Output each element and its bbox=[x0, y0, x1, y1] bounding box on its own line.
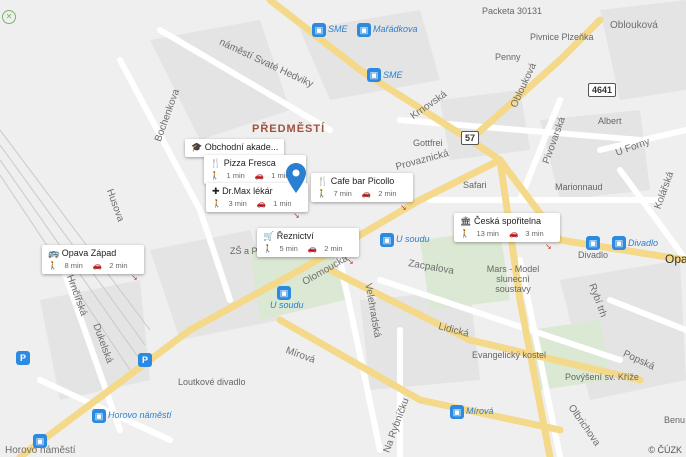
bank-icon: 🏛 bbox=[460, 216, 472, 226]
walk-icon: 🚶 bbox=[263, 244, 273, 253]
pointer-arrow-icon: ↘ bbox=[131, 273, 138, 282]
car-icon: 🚗 bbox=[254, 171, 265, 180]
poi-label[interactable]: Gottfrei bbox=[413, 138, 443, 148]
poi-label[interactable]: Loutkové divadlo bbox=[178, 377, 246, 387]
bus-stop-icon[interactable]: ▣ bbox=[277, 286, 291, 300]
restaurant-icon: 🍴 bbox=[317, 176, 329, 186]
car-icon: 🚗 bbox=[361, 189, 372, 198]
poi-label[interactable]: Evangelický kostel bbox=[472, 350, 546, 360]
car-time: 🚗 3 min bbox=[508, 229, 544, 238]
bus-stop-label[interactable]: U soudu bbox=[396, 234, 430, 244]
poi-label[interactable]: Divadlo bbox=[578, 250, 608, 260]
walk-icon: 🚶 bbox=[460, 229, 470, 238]
card-title: Pizza Fresca bbox=[223, 158, 276, 168]
pointer-arrow-icon: ↘ bbox=[293, 211, 300, 220]
pharmacy-icon: ✚ bbox=[212, 186, 220, 196]
pointer-arrow-icon: ↘ bbox=[545, 242, 552, 251]
car-time: 🚗 2 min bbox=[92, 261, 128, 270]
car-time: 🚗 1 min bbox=[256, 199, 292, 208]
bus-stop-icon[interactable]: ▣ bbox=[612, 236, 626, 250]
walk-time: 🚶 8 min bbox=[48, 261, 83, 270]
school-icon: 🎓 bbox=[191, 142, 203, 152]
cart-icon: 🛒 bbox=[263, 231, 275, 241]
bus-stop-icon[interactable]: ▣ bbox=[92, 409, 106, 423]
bus-stop-label[interactable]: Mařádkova bbox=[373, 24, 418, 34]
car-time: 🚗 2 min bbox=[361, 189, 397, 198]
poi-label[interactable]: Penny bbox=[495, 52, 521, 62]
poi-label[interactable]: Benu bbox=[664, 415, 685, 425]
card-title: Cafe bar Picollo bbox=[330, 176, 395, 186]
poi-label[interactable]: Opa bbox=[665, 252, 686, 266]
bus-stop-label[interactable]: Mírová bbox=[466, 406, 494, 416]
walk-time: 🚶 13 min bbox=[460, 229, 499, 238]
map-view[interactable]: náměstí Svaté Hedviky Bochenkova Husova … bbox=[0, 0, 686, 457]
bus-stop-icon[interactable]: ▣ bbox=[380, 233, 394, 247]
walk-time: 🚶 1 min bbox=[210, 171, 245, 180]
road-number-shield: 4641 bbox=[588, 83, 617, 97]
bus-icon: 🚌 bbox=[48, 248, 60, 258]
pointer-arrow-icon: ↘ bbox=[347, 257, 354, 266]
card-title: Opava Západ bbox=[61, 248, 117, 258]
poi-card-reznictvi[interactable]: 🛒 Řeznictví 🚶 5 min 🚗 2 min bbox=[257, 228, 359, 257]
bus-stop-label[interactable]: SME bbox=[383, 70, 403, 80]
car-icon: 🚗 bbox=[92, 261, 103, 270]
bus-stop-icon[interactable]: ▣ bbox=[586, 236, 600, 250]
walk-time: 🚶 7 min bbox=[317, 189, 352, 198]
district-label: PŘEDMĚSTÍ bbox=[252, 123, 326, 135]
poi-label[interactable]: Packeta 30131 bbox=[482, 6, 542, 16]
restaurant-icon: 🍴 bbox=[210, 158, 222, 168]
card-title: Řeznictví bbox=[276, 231, 314, 241]
pointer-arrow-icon: ↘ bbox=[400, 203, 407, 212]
bus-stop-label[interactable]: Horovo náměstí bbox=[108, 410, 172, 420]
location-pin-icon[interactable] bbox=[286, 163, 306, 193]
poi-card-opava[interactable]: 🚌 Opava Západ 🚶 8 min 🚗 2 min bbox=[42, 245, 144, 274]
bus-stop-icon[interactable]: ▣ bbox=[357, 23, 371, 37]
card-title: Obchodní akade... bbox=[204, 142, 279, 152]
bus-stop-icon[interactable]: ▣ bbox=[367, 68, 381, 82]
walk-icon: 🚶 bbox=[48, 261, 58, 270]
bus-stop-label[interactable]: Divadlo bbox=[628, 238, 658, 248]
walk-icon: 🚶 bbox=[317, 189, 327, 198]
car-icon: 🚗 bbox=[508, 229, 519, 238]
bus-stop-icon[interactable]: ▣ bbox=[33, 434, 47, 448]
poi-label[interactable]: Pivnice Plzeňka bbox=[530, 32, 594, 42]
walk-time: 🚶 3 min bbox=[212, 199, 247, 208]
poi-card-cafe[interactable]: 🍴 Cafe bar Picollo 🚶 7 min 🚗 2 min bbox=[311, 173, 413, 202]
street-label: Oblouková bbox=[610, 20, 658, 31]
card-title: Dr.Max lékár bbox=[222, 186, 273, 196]
bus-stop-label[interactable]: U soudu bbox=[270, 300, 304, 310]
poi-label[interactable]: Povýšení sv. Kříže bbox=[565, 372, 639, 382]
car-icon: 🚗 bbox=[307, 244, 318, 253]
poi-label[interactable]: Mars - Model slunecní soustavy bbox=[478, 264, 548, 294]
poi-label[interactable]: Marionnaud bbox=[555, 182, 603, 192]
walk-time: 🚶 5 min bbox=[263, 244, 298, 253]
bus-stop-icon[interactable]: ▣ bbox=[450, 405, 464, 419]
card-title: Česká spořitelna bbox=[473, 216, 541, 226]
poi-label[interactable]: Albert bbox=[598, 116, 622, 126]
attribution: © ČÚZK bbox=[648, 445, 682, 455]
road-number-shield: 57 bbox=[461, 131, 480, 145]
bus-stop-icon[interactable]: ▣ bbox=[312, 23, 326, 37]
poi-card-ceska[interactable]: 🏛 Česká spořitelna 🚶 13 min 🚗 3 min bbox=[454, 213, 560, 242]
poi-label[interactable]: Safari bbox=[463, 180, 487, 190]
walk-icon: 🚶 bbox=[210, 171, 220, 180]
compass-icon[interactable]: ✕ bbox=[2, 10, 16, 24]
walk-icon: 🚶 bbox=[212, 199, 222, 208]
car-time: 🚗 2 min bbox=[307, 244, 343, 253]
car-icon: 🚗 bbox=[256, 199, 267, 208]
bus-stop-label[interactable]: SME bbox=[328, 24, 348, 34]
parking-icon[interactable]: P bbox=[16, 351, 30, 365]
parking-icon[interactable]: P bbox=[138, 353, 152, 367]
